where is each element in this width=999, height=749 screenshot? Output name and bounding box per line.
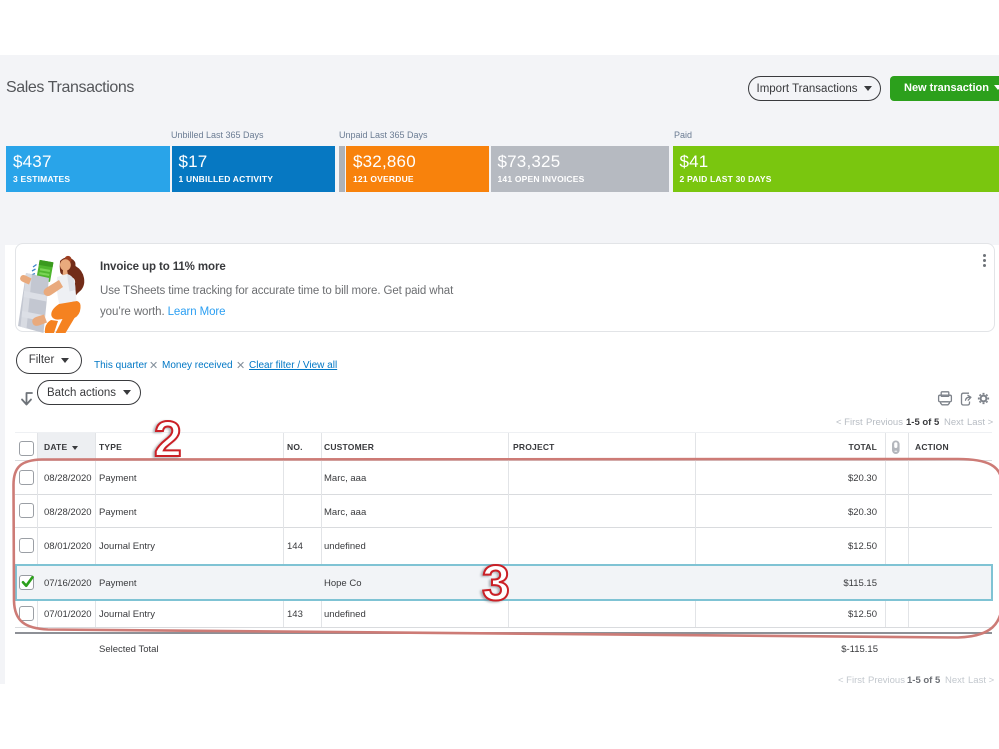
svg-text:3: 3	[482, 555, 510, 611]
svg-text:2: 2	[154, 411, 182, 467]
